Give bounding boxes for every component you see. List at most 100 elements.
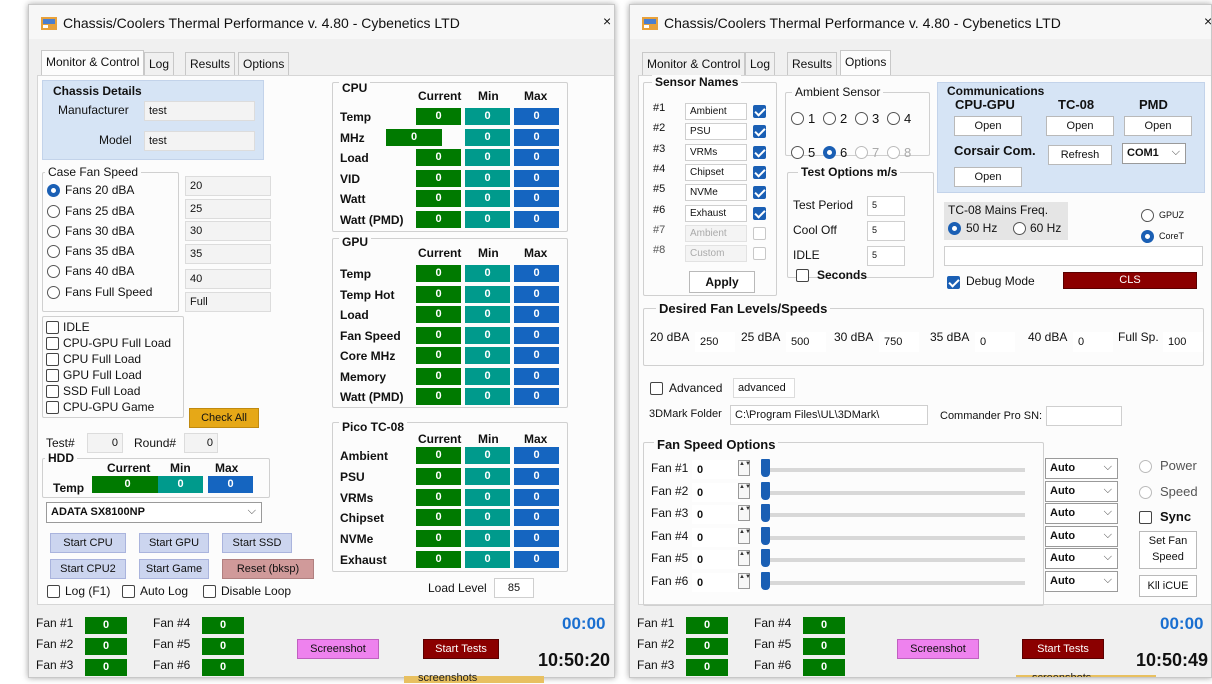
- start-cpu2-button[interactable]: Start CPU2: [50, 559, 126, 579]
- desired-level-field[interactable]: 0: [975, 332, 1015, 352]
- ambient-sensor-radio[interactable]: [791, 146, 804, 159]
- sensor-name-field[interactable]: Ambient: [685, 224, 747, 242]
- fan-speed-slider-track[interactable]: [763, 558, 1025, 562]
- start-tests-button[interactable]: Start Tests: [423, 639, 499, 659]
- sensor-enable-checkbox[interactable]: [753, 186, 766, 200]
- fan-speed-slider-track[interactable]: [763, 468, 1025, 472]
- fan-mode-select[interactable]: Auto ⌵: [1045, 570, 1118, 592]
- fan-speed-value-field[interactable]: 0: [692, 505, 740, 524]
- start-gpu-button[interactable]: Start GPU: [139, 533, 209, 553]
- ambient-sensor-radio[interactable]: [887, 112, 900, 125]
- radio-50hz[interactable]: [948, 222, 961, 235]
- fan-mode-select[interactable]: Auto ⌵: [1045, 503, 1118, 524]
- sensor-enable-checkbox[interactable]: [753, 247, 766, 261]
- close-icon[interactable]: ×: [603, 13, 611, 29]
- radio-speed[interactable]: [1139, 486, 1152, 499]
- idle-checkbox[interactable]: [46, 321, 59, 334]
- corsair-open-button[interactable]: Open: [954, 167, 1022, 187]
- tab-log[interactable]: Log: [144, 52, 175, 75]
- fan-speed-slider-thumb[interactable]: [761, 459, 770, 477]
- radio-fans-30[interactable]: [47, 225, 60, 238]
- cls-button[interactable]: CLS: [1063, 272, 1197, 289]
- com-port-select[interactable]: COM1 ⌵: [1122, 143, 1186, 164]
- close-icon[interactable]: ×: [1204, 13, 1211, 29]
- ambient-sensor-radio[interactable]: [887, 146, 900, 159]
- sensor-enable-checkbox[interactable]: [753, 105, 766, 118]
- fan-speed-value-field[interactable]: 0: [692, 550, 740, 569]
- test-period-field[interactable]: 5: [867, 196, 905, 216]
- fan-speed-value-field[interactable]: 0: [692, 460, 740, 479]
- spin-stepper-icon[interactable]: ▲▼: [738, 460, 751, 476]
- sensor-name-field[interactable]: PSU: [685, 123, 747, 141]
- sensor-enable-checkbox[interactable]: [753, 206, 766, 220]
- radio-gpuz[interactable]: [1141, 209, 1154, 222]
- radio-fans-20[interactable]: [47, 184, 60, 197]
- debug-mode-checkbox[interactable]: [947, 276, 960, 289]
- apply-button[interactable]: Apply: [689, 271, 755, 293]
- spin-stepper-icon[interactable]: ▲▼: [738, 505, 751, 521]
- sync-checkbox[interactable]: [1139, 511, 1152, 524]
- fan-speed-value-field[interactable]: 0: [692, 572, 740, 592]
- sensor-enable-checkbox[interactable]: [753, 165, 766, 179]
- fan-speed-slider-thumb[interactable]: [761, 526, 770, 545]
- manufacturer-field[interactable]: test: [144, 101, 255, 121]
- desired-level-field[interactable]: 500: [786, 332, 826, 352]
- fan-mode-select[interactable]: Auto ⌵: [1045, 458, 1118, 479]
- desired-level-field[interactable]: 250: [695, 332, 735, 352]
- tab-results[interactable]: Results: [787, 52, 838, 75]
- sensor-name-field[interactable]: Ambient: [685, 103, 747, 120]
- tab-options[interactable]: Options: [840, 50, 892, 76]
- sensor-name-field[interactable]: Custom: [685, 245, 747, 263]
- gpu-full-load-checkbox[interactable]: [46, 369, 59, 382]
- cool-off-field[interactable]: 5: [867, 221, 905, 241]
- fan-value-full[interactable]: Full: [185, 292, 271, 312]
- radio-fans-25[interactable]: [47, 205, 60, 218]
- tab-monitor-control[interactable]: Monitor & Control: [41, 50, 145, 76]
- spin-stepper-icon[interactable]: ▲▼: [738, 527, 751, 544]
- cpu-gpu-open-button[interactable]: Open: [954, 116, 1022, 136]
- fan-mode-select[interactable]: Auto ⌵: [1045, 548, 1118, 569]
- radio-fans-40[interactable]: [47, 265, 60, 278]
- fan-speed-slider-thumb[interactable]: [761, 571, 770, 590]
- tc08-open-button[interactable]: Open: [1046, 116, 1114, 136]
- model-field[interactable]: test: [144, 131, 255, 151]
- fan-mode-select[interactable]: Auto ⌵: [1045, 525, 1118, 547]
- log-f1-checkbox[interactable]: [47, 585, 60, 598]
- fan-value-25[interactable]: 25: [185, 199, 271, 219]
- sensor-name-field[interactable]: Chipset: [685, 163, 747, 181]
- cpu-gpu-game-checkbox[interactable]: [46, 401, 59, 414]
- advanced-field[interactable]: advanced: [733, 378, 795, 398]
- screenshot-button[interactable]: Screenshot: [897, 639, 979, 659]
- ambient-sensor-radio[interactable]: [855, 112, 868, 125]
- fan-speed-slider-track[interactable]: [763, 490, 1025, 495]
- fan-value-35[interactable]: 35: [185, 244, 271, 264]
- radio-fans-35[interactable]: [47, 245, 60, 258]
- start-tests-button[interactable]: Start Tests: [1022, 639, 1104, 659]
- auto-log-checkbox[interactable]: [122, 585, 135, 598]
- fan-speed-slider-thumb[interactable]: [761, 504, 770, 522]
- cpu-full-load-checkbox[interactable]: [46, 353, 59, 366]
- reset-button[interactable]: Reset (bksp): [222, 559, 314, 579]
- commander-pro-field[interactable]: [1046, 406, 1122, 426]
- tab-log[interactable]: Log: [745, 52, 776, 75]
- spin-stepper-icon[interactable]: ▲▼: [738, 550, 751, 566]
- fan-speed-slider-thumb[interactable]: [761, 549, 770, 567]
- set-fan-speed-button[interactable]: Set Fan Speed: [1139, 531, 1197, 569]
- spin-stepper-icon[interactable]: ▲▼: [738, 482, 751, 499]
- desired-level-field[interactable]: 0: [1073, 332, 1113, 352]
- check-all-button[interactable]: Check All: [189, 408, 259, 428]
- radio-power[interactable]: [1139, 460, 1152, 473]
- pmd-open-button[interactable]: Open: [1124, 116, 1192, 136]
- seconds-checkbox[interactable]: [796, 269, 809, 282]
- ssd-full-load-checkbox[interactable]: [46, 385, 59, 398]
- fan-speed-slider-track[interactable]: [763, 535, 1025, 540]
- load-level-field[interactable]: 85: [494, 578, 534, 598]
- screenshot-button[interactable]: Screenshot: [297, 639, 379, 659]
- sensor-name-field[interactable]: Exhaust: [685, 204, 747, 222]
- ambient-sensor-radio[interactable]: [823, 146, 836, 159]
- start-ssd-button[interactable]: Start SSD: [222, 533, 292, 553]
- desired-level-field[interactable]: 750: [879, 332, 919, 352]
- fan-speed-slider-track[interactable]: [763, 513, 1025, 517]
- refresh-button[interactable]: Refresh: [1048, 145, 1112, 165]
- radio-60hz[interactable]: [1013, 222, 1026, 235]
